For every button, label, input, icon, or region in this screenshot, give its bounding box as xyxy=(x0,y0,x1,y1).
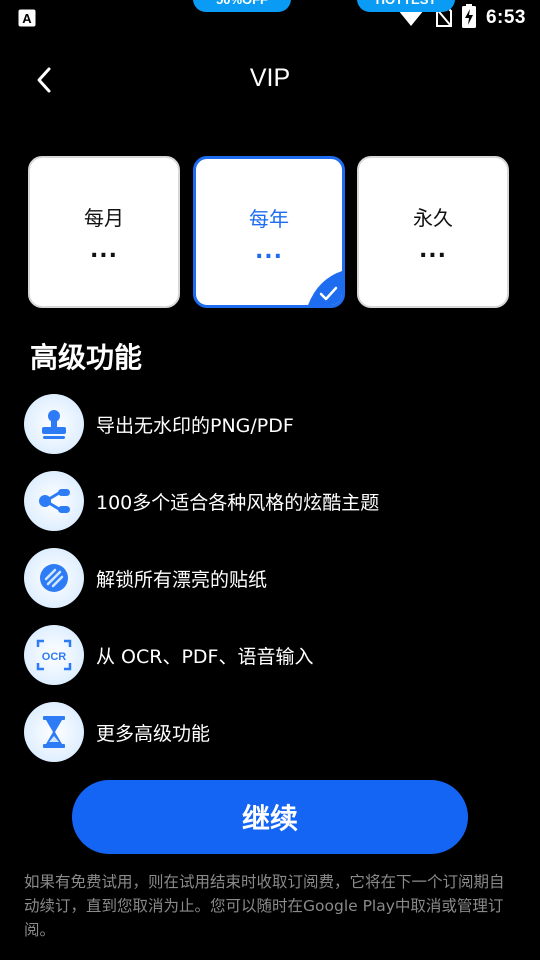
battery-charging-icon xyxy=(461,4,476,32)
ocr-scan-icon: OCR xyxy=(24,625,84,685)
plan-yearly-card[interactable]: 每年 ... xyxy=(193,156,345,308)
sticker-icon xyxy=(24,548,84,608)
feature-item: 解锁所有漂亮的贴纸 xyxy=(24,548,514,608)
hourglass-icon xyxy=(24,702,84,762)
feature-item: 导出无水印的PNG/PDF xyxy=(24,394,514,454)
discount-badge: 50%OFF xyxy=(193,0,291,12)
share-nodes-icon xyxy=(24,471,84,531)
notification-a-icon: A xyxy=(18,9,36,27)
feature-text: 导出无水印的PNG/PDF xyxy=(96,414,294,437)
plan-price: ... xyxy=(418,238,448,263)
feature-text: 100多个适合各种风格的炫酷主题 xyxy=(96,491,380,514)
subscription-terms-note: 如果有免费试用，则在试用结束时收取订阅费，它将在下一个订阅期自动续订，直到您取消… xyxy=(24,873,505,939)
plan-price: ... xyxy=(254,239,284,264)
plan-lifetime-card[interactable]: 永久 ... xyxy=(357,156,509,308)
premium-features-title: 高级功能 xyxy=(30,341,143,374)
continue-button[interactable]: 继续 xyxy=(72,780,468,854)
feature-item: OCR 从 OCR、PDF、语音输入 xyxy=(24,625,514,685)
status-time: 6:53 xyxy=(485,7,526,28)
feature-text: 更多高级功能 xyxy=(96,722,211,745)
plan-price: ... xyxy=(89,238,119,263)
app-bar: VIP xyxy=(0,52,540,108)
hottest-badge: HOTTEST xyxy=(357,0,455,12)
stamp-icon xyxy=(24,394,84,454)
plan-name: 每年 xyxy=(249,207,289,231)
page-title: VIP xyxy=(249,64,291,92)
plan-name: 永久 xyxy=(413,206,453,230)
feature-item: 100多个适合各种风格的炫酷主题 xyxy=(24,471,514,531)
ocr-icon-label: OCR xyxy=(42,651,67,663)
plan-options: 每月 ... 每年 ... 永久 ... xyxy=(28,156,512,312)
feature-text: 解锁所有漂亮的贴纸 xyxy=(96,568,268,591)
feature-text: 从 OCR、PDF、语音输入 xyxy=(96,645,314,668)
plan-name: 每月 xyxy=(84,206,124,230)
feature-item: 更多高级功能 xyxy=(24,702,514,762)
plan-monthly-card[interactable]: 每月 ... xyxy=(28,156,180,308)
selected-check-icon xyxy=(308,271,342,305)
svg-text:A: A xyxy=(22,11,32,26)
